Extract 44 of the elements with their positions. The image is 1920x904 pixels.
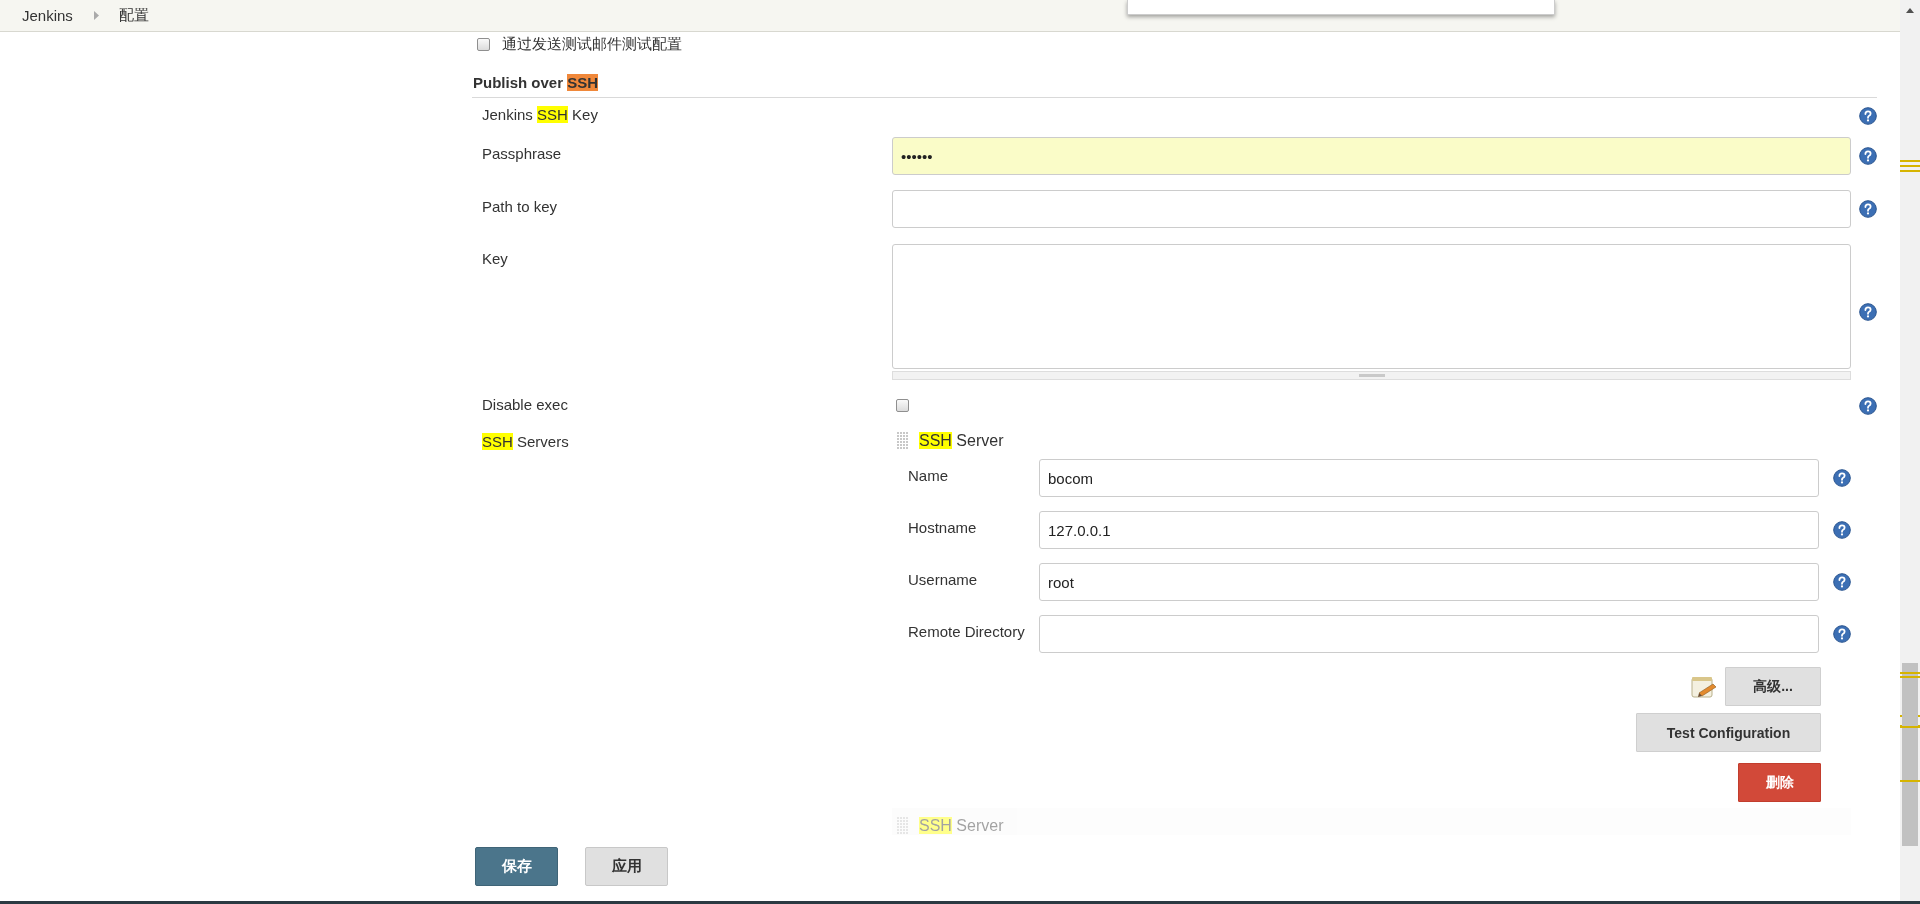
help-icon[interactable] [1859, 107, 1877, 125]
test-button[interactable]: Test Configuration [1636, 713, 1821, 752]
input-field[interactable] [1039, 615, 1819, 653]
notepad-icon [1691, 674, 1717, 699]
apply-button[interactable]: 应用 [585, 846, 668, 886]
input-field[interactable]: bocom [1039, 459, 1819, 497]
chevron-icon [92, 11, 99, 20]
field-label: SSH Servers [481, 432, 570, 450]
passphrase-field[interactable]: •••••• [892, 137, 1851, 175]
save-button[interactable]: 保存 [475, 846, 558, 886]
help-icon[interactable] [1859, 147, 1877, 165]
field-label: Path to key [481, 197, 559, 215]
help-icon[interactable] [1833, 469, 1851, 487]
help-icon[interactable] [1859, 303, 1877, 321]
field-label: Name [907, 466, 949, 486]
field-label: Username [907, 570, 979, 590]
checkbox[interactable] [477, 37, 490, 51]
drag-handle-icon[interactable] [897, 817, 909, 835]
input-field[interactable] [892, 190, 1851, 228]
checkbox-label: 通过发送测试邮件测试配置 [502, 34, 682, 54]
input-field[interactable]: root [1039, 563, 1819, 601]
section-title: Publish over SSH [473, 74, 599, 91]
drag-handle-icon[interactable] [897, 432, 909, 450]
delete-button[interactable]: 删除 [1738, 763, 1821, 802]
resize-handle[interactable] [892, 371, 1851, 380]
field-label: Disable exec [481, 395, 569, 413]
help-icon[interactable] [1859, 396, 1877, 415]
advanced-button[interactable]: 高级... [1725, 667, 1821, 706]
server-title: SSH Server [919, 432, 1004, 450]
scrollbar[interactable] [1900, 0, 1920, 901]
field-label: Hostname [907, 518, 978, 538]
field-label: Remote Directory [907, 622, 1026, 642]
breadcrumb-link[interactable]: 配置 [118, 6, 149, 25]
help-icon[interactable] [1833, 573, 1851, 591]
breadcrumb-link[interactable]: Jenkins [22, 7, 73, 24]
field-label: Key [481, 249, 509, 267]
help-icon[interactable] [1833, 521, 1851, 539]
input-field[interactable]: 127.0.0.1 [1039, 511, 1819, 549]
checkbox[interactable] [896, 399, 909, 412]
help-icon[interactable] [1859, 200, 1877, 218]
field-label: Passphrase [481, 144, 563, 162]
field-label: Jenkins SSH Key [481, 105, 599, 123]
help-icon[interactable] [1833, 625, 1851, 643]
server-title: SSH Server [919, 817, 1004, 835]
